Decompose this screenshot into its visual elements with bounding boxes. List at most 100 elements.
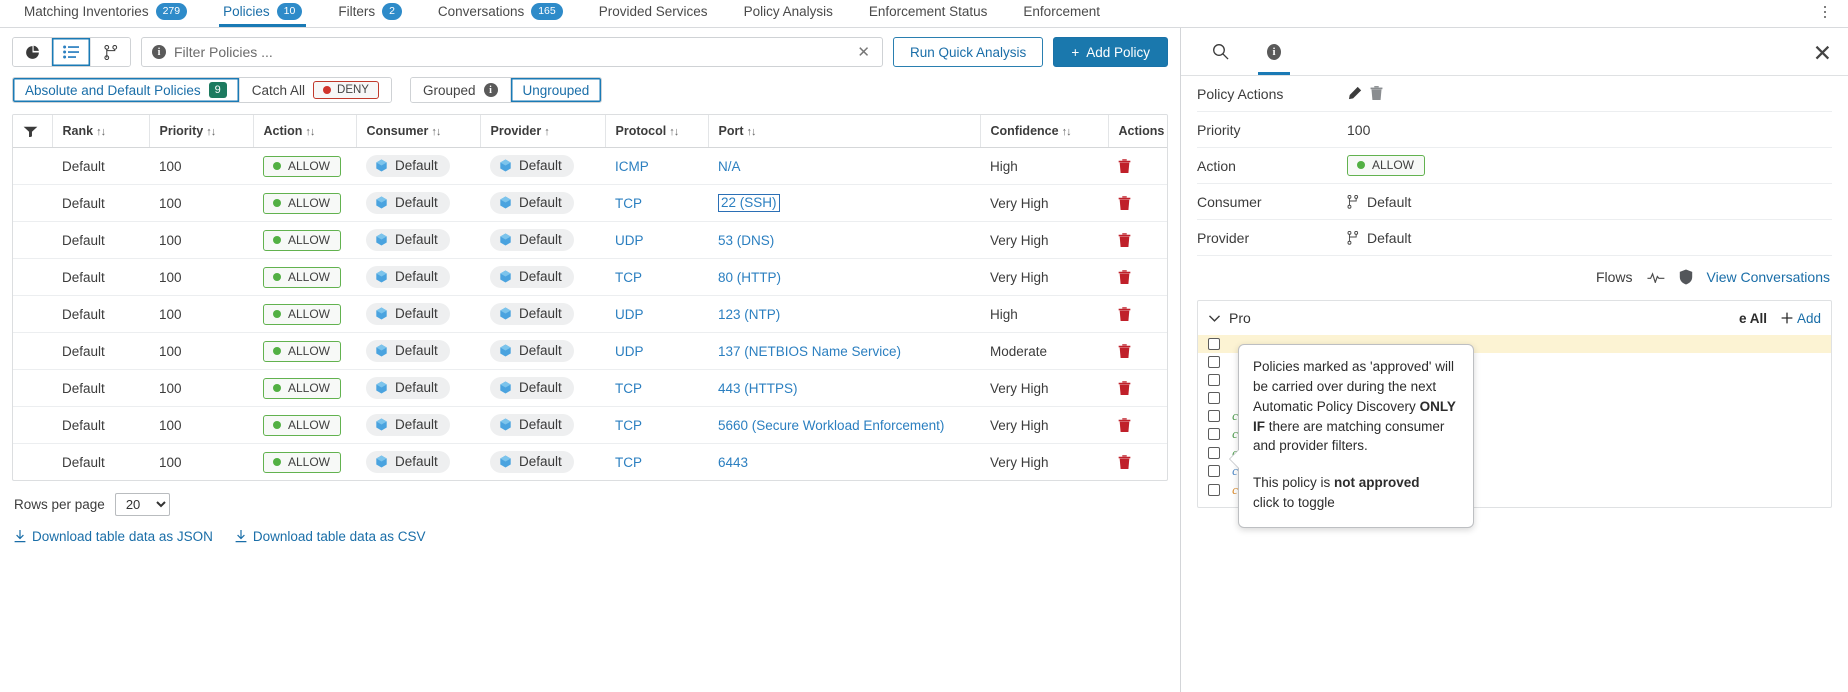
delete-trash-icon[interactable] [1370, 86, 1383, 101]
approve-checkbox[interactable] [1208, 428, 1220, 441]
cell-provider[interactable]: Default [480, 332, 605, 370]
action-allow-badge[interactable]: ALLOW [263, 377, 342, 399]
cell-port-value[interactable]: 443 (HTTPS) [718, 381, 798, 396]
cell-actions[interactable] [1108, 332, 1167, 370]
table-row[interactable]: Default 100 ALLOW Default Default TCP 22 (SSH)… [13, 184, 1167, 222]
cell-protocol[interactable]: TCP [605, 184, 708, 222]
table-row[interactable]: Default 100 ALLOW Default Default UDP 137 (NET… [13, 332, 1167, 370]
cell-port-value[interactable]: 137 (NETBIOS Name Service) [718, 344, 901, 359]
provider-chip[interactable]: Default [490, 377, 574, 399]
cell-actions[interactable] [1108, 295, 1167, 333]
cell-consumer[interactable]: Default [356, 295, 480, 333]
action-allow-badge[interactable]: ALLOW [263, 340, 342, 362]
tab-conversations[interactable]: Conversations 165 [420, 0, 581, 27]
cell-action[interactable]: ALLOW [253, 369, 356, 407]
provider-chip[interactable]: Default [490, 303, 574, 325]
delete-row-icon[interactable] [1118, 195, 1131, 211]
cell-provider[interactable]: Default [480, 406, 605, 444]
tab-filters[interactable]: Filters 2 [320, 0, 420, 27]
table-row[interactable]: Default 100 ALLOW Default Default TCP 80 (HTTP… [13, 258, 1167, 296]
add-port-button[interactable]: Add [1781, 311, 1821, 326]
delete-row-icon[interactable] [1118, 158, 1131, 174]
cell-port[interactable]: 137 (NETBIOS Name Service) [708, 332, 980, 370]
approve-checkbox[interactable] [1208, 483, 1220, 496]
edit-pencil-icon[interactable] [1347, 86, 1362, 101]
cell-protocol[interactable]: TCP [605, 258, 708, 296]
action-allow-badge[interactable]: ALLOW [263, 155, 342, 177]
approve-checkbox[interactable] [1208, 392, 1220, 404]
table-row[interactable]: Default 100 ALLOW Default Default TCP 443 (HTT… [13, 369, 1167, 407]
chip-ungrouped[interactable]: Ungrouped [510, 78, 602, 102]
tab-provided-services[interactable]: Provided Services [581, 0, 726, 27]
cell-protocol[interactable]: TCP [605, 369, 708, 407]
column-action[interactable]: Action ↑↓ [253, 115, 357, 148]
cell-port-value[interactable]: 6443 [718, 455, 748, 470]
table-row[interactable]: Default 100 ALLOW Default Default TCP 5660 (Se… [13, 406, 1167, 444]
approve-all-label[interactable]: e All [1739, 311, 1767, 326]
chip-grouped[interactable]: Grouped i [410, 78, 511, 102]
cell-port-value[interactable]: N/A [718, 159, 741, 174]
approve-checkbox[interactable] [1208, 356, 1220, 368]
action-allow-badge[interactable]: ALLOW [263, 192, 342, 214]
cell-protocol[interactable]: UDP [605, 295, 708, 333]
cell-provider[interactable]: Default [480, 184, 605, 222]
cell-port-value[interactable]: 80 (HTTP) [718, 270, 781, 285]
cell-consumer[interactable]: Default [356, 147, 480, 185]
cell-provider[interactable]: Default [480, 444, 605, 481]
cell-actions[interactable] [1108, 444, 1167, 481]
list-view-icon[interactable] [52, 38, 91, 66]
cell-provider[interactable]: Default [480, 221, 605, 259]
provider-chip[interactable]: Default [490, 192, 574, 214]
provider-chip[interactable]: Default [490, 451, 574, 473]
cell-protocol-value[interactable]: TCP [615, 196, 642, 211]
consumer-chip[interactable]: Default [366, 303, 450, 325]
cell-port[interactable]: 53 (DNS) [708, 221, 980, 259]
consumer-chip[interactable]: Default [366, 229, 450, 251]
action-allow-badge[interactable]: ALLOW [263, 303, 342, 325]
consumer-chip[interactable]: Default [366, 451, 450, 473]
action-allow-badge[interactable]: ALLOW [263, 229, 342, 251]
cell-action[interactable]: ALLOW [253, 295, 356, 333]
cell-action[interactable]: ALLOW [253, 406, 356, 444]
cell-protocol-value[interactable]: TCP [615, 270, 642, 285]
tab-policy-analysis[interactable]: Policy Analysis [726, 0, 851, 27]
cell-port[interactable]: N/A [708, 147, 980, 185]
tab-enforcement[interactable]: Enforcement [1005, 0, 1118, 27]
delete-row-icon[interactable] [1118, 454, 1131, 470]
cell-port[interactable]: 6443 [708, 444, 980, 481]
cell-protocol[interactable]: TCP [605, 406, 708, 444]
provider-chip[interactable]: Default [490, 266, 574, 288]
delete-row-icon[interactable] [1118, 380, 1131, 396]
table-row[interactable]: Default 100 ALLOW Default Default UDP 53 (DNS)… [13, 221, 1167, 259]
cell-consumer[interactable]: Default [356, 184, 480, 222]
cell-action[interactable]: ALLOW [253, 258, 356, 296]
view-conversations-link[interactable]: View Conversations [1707, 269, 1830, 285]
cell-protocol[interactable]: TCP [605, 444, 708, 481]
column-rank[interactable]: Rank ↑↓ [52, 115, 150, 148]
chip-catch-all[interactable]: Catch All DENY [239, 78, 391, 102]
consumer-chip[interactable]: Default [366, 155, 450, 177]
close-panel-icon[interactable]: ✕ [1813, 42, 1832, 65]
consumer-chip[interactable]: Default [366, 414, 450, 436]
cell-action[interactable]: ALLOW [253, 444, 356, 481]
pie-chart-view-icon[interactable] [13, 38, 52, 66]
column-consumer[interactable]: Consumer ↑↓ [356, 115, 481, 148]
cell-actions[interactable] [1108, 221, 1167, 259]
cell-consumer[interactable]: Default [356, 332, 480, 370]
details-search-tab[interactable] [1195, 28, 1245, 75]
filter-funnel-icon[interactable] [23, 126, 38, 137]
table-row[interactable]: Default 100 ALLOW Default Default UDP 123 (NTP… [13, 295, 1167, 333]
table-row[interactable]: Default 100 ALLOW Default Default ICMP N/A High [13, 147, 1167, 185]
cell-protocol-value[interactable]: TCP [615, 455, 642, 470]
cell-port-value[interactable]: 22 (SSH) [718, 194, 780, 212]
approve-checkbox[interactable] [1208, 465, 1220, 478]
cell-consumer[interactable]: Default [356, 369, 480, 407]
delete-row-icon[interactable] [1118, 306, 1131, 322]
rows-per-page-select[interactable]: 20 [114, 493, 170, 516]
column-protocol[interactable]: Protocol ↑↓ [605, 115, 709, 148]
flows-activity-icon[interactable] [1646, 271, 1665, 283]
cell-protocol[interactable]: UDP [605, 221, 708, 259]
cell-port[interactable]: 443 (HTTPS) [708, 369, 980, 407]
cell-actions[interactable] [1108, 184, 1167, 222]
cell-protocol-value[interactable]: TCP [615, 418, 642, 433]
